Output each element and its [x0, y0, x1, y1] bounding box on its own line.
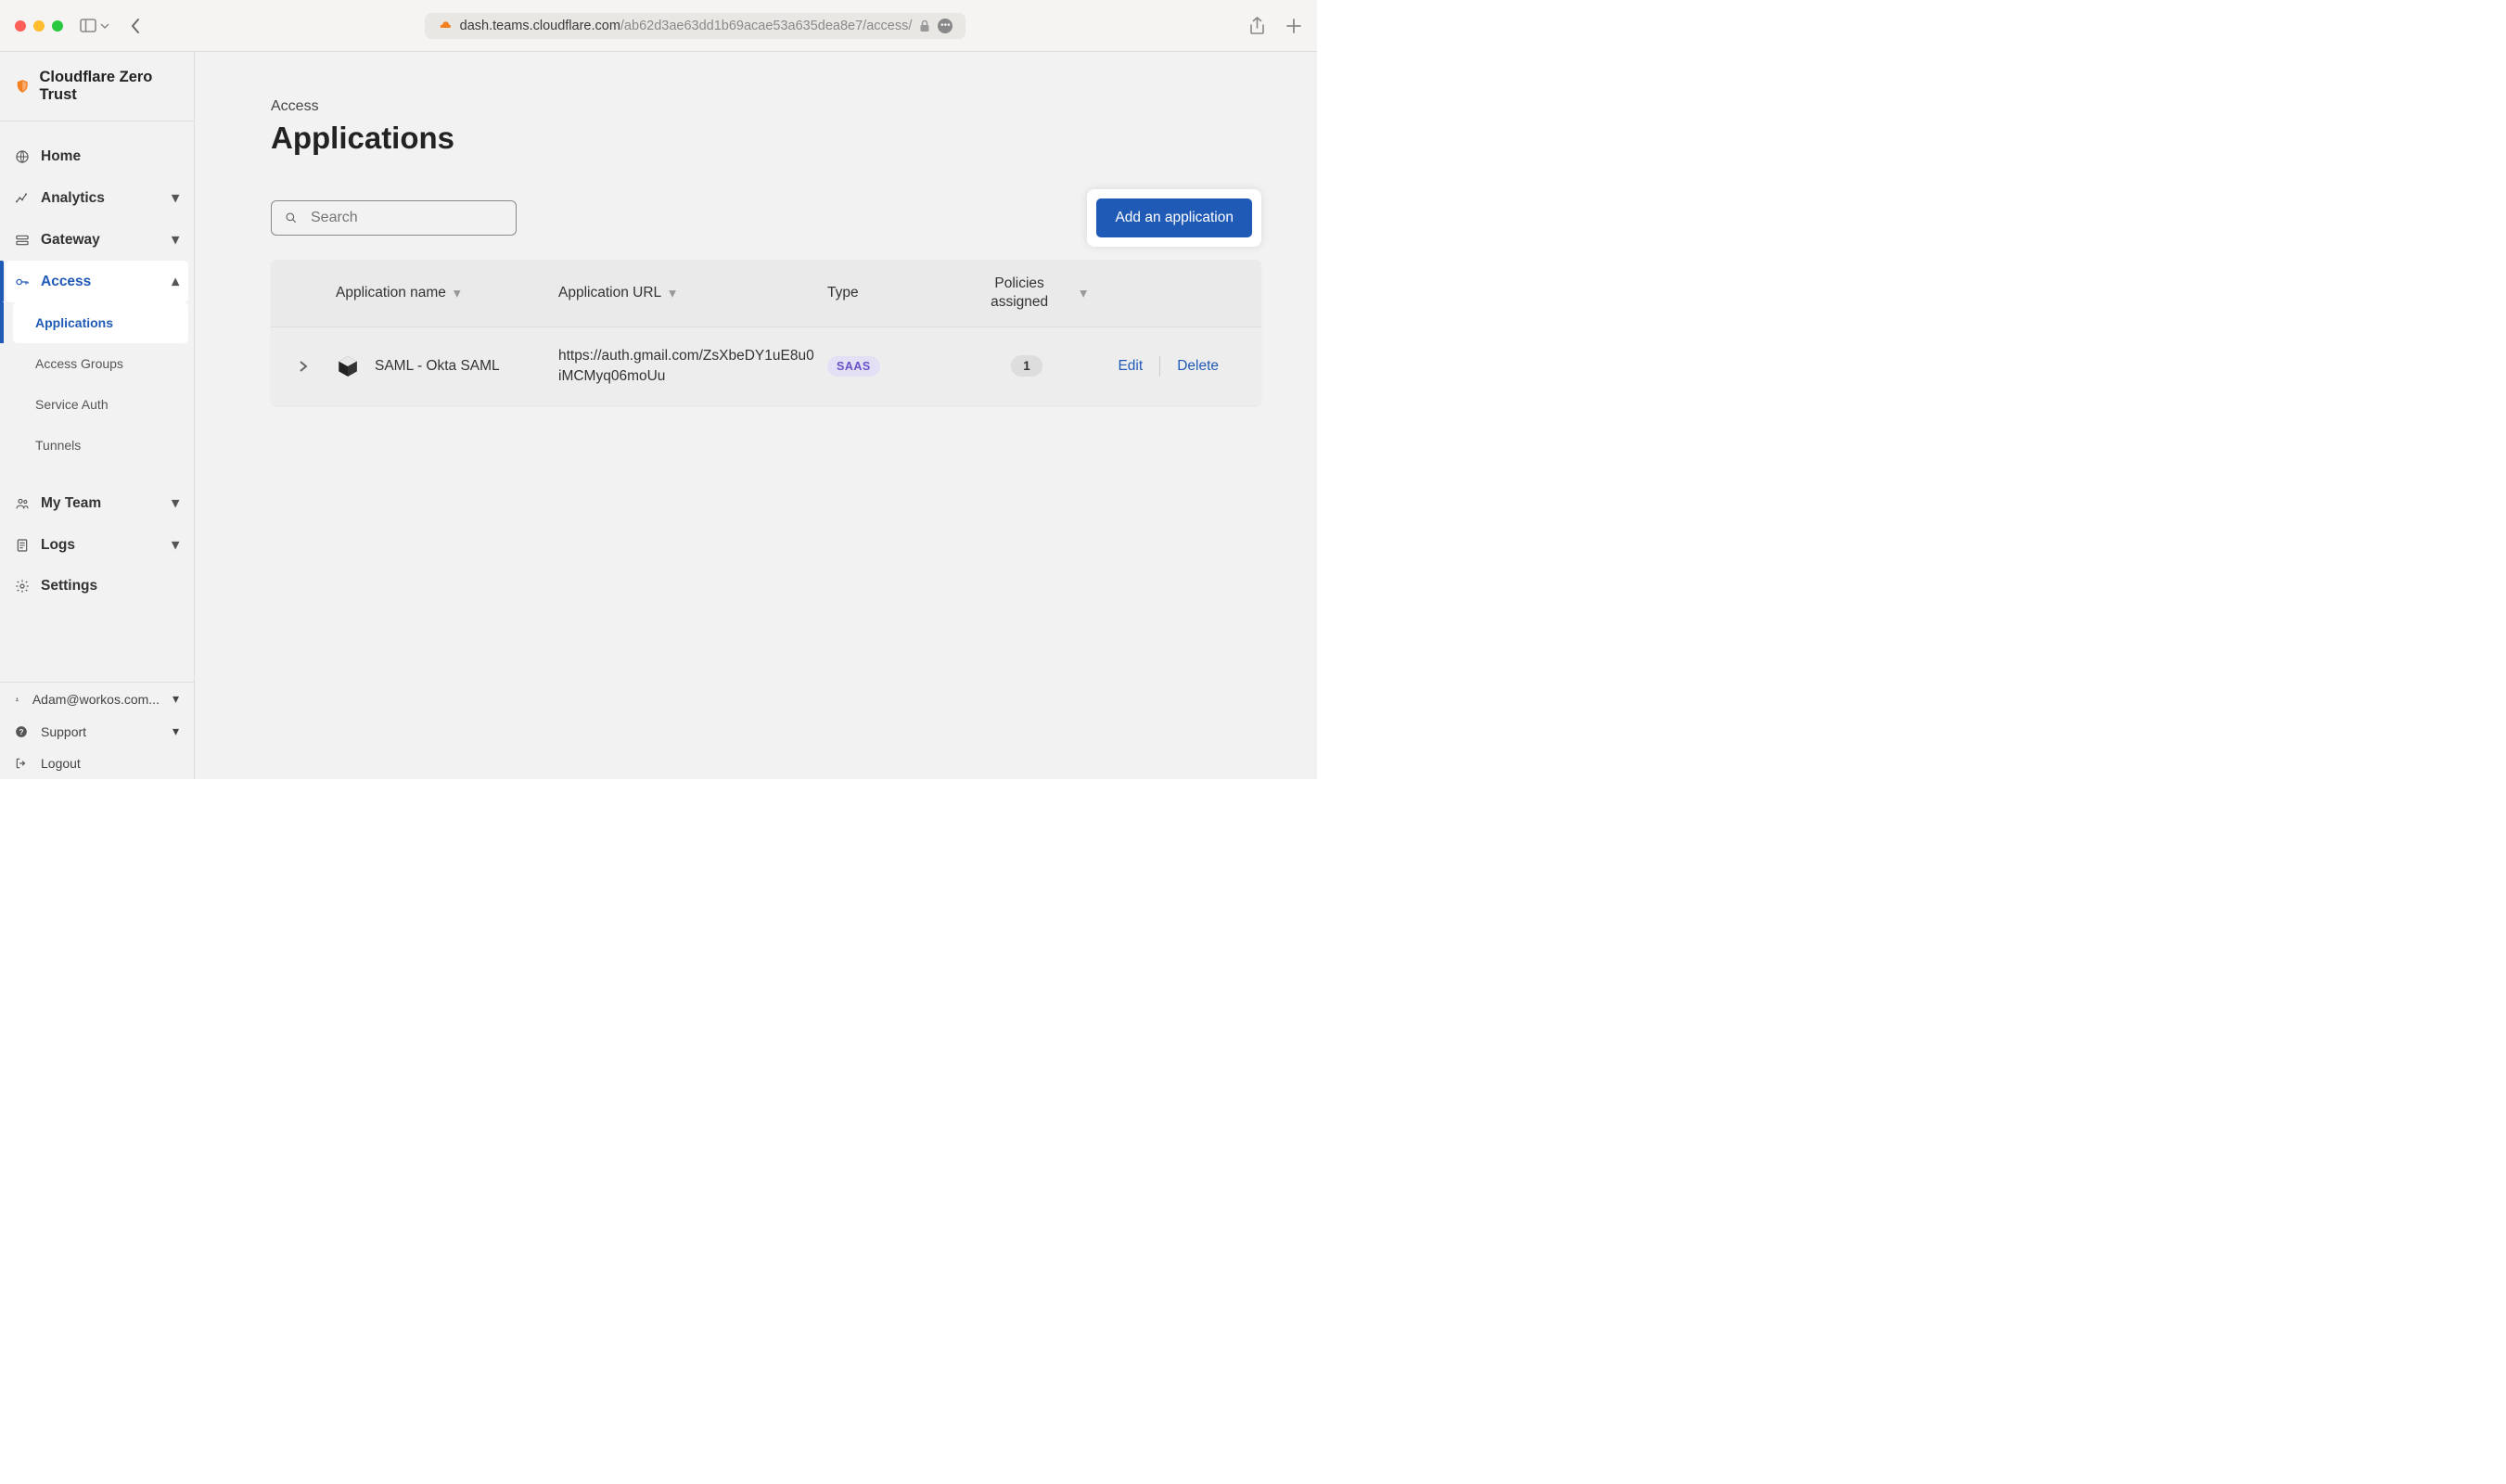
chevron-down-icon: ▾: [172, 536, 179, 554]
nav-my-team[interactable]: My Team ▾: [6, 482, 188, 524]
shield-icon: [15, 78, 30, 95]
maximize-window-button[interactable]: [52, 20, 63, 32]
add-application-highlight: Add an application: [1087, 189, 1261, 247]
search-input[interactable]: [311, 210, 503, 226]
subnav-tunnels[interactable]: Tunnels: [13, 425, 188, 466]
search-icon: [285, 211, 298, 225]
nav-access-label: Access: [41, 274, 91, 290]
back-button[interactable]: [130, 18, 141, 34]
team-icon: [15, 496, 30, 511]
th-type[interactable]: Type: [827, 275, 966, 312]
chevron-down-icon: ▾: [172, 231, 179, 249]
nav-logs-label: Logs: [41, 537, 75, 554]
nav-home-label: Home: [41, 148, 81, 165]
add-application-button[interactable]: Add an application: [1096, 198, 1252, 237]
th-policies[interactable]: Policies assigned▾: [966, 275, 1087, 312]
minimize-window-button[interactable]: [33, 20, 45, 32]
footer-user[interactable]: Adam@workos.com... ▾: [0, 683, 194, 715]
chevron-down-icon: ▾: [172, 189, 179, 207]
app-name: SAML - Okta SAML: [375, 358, 500, 375]
brand-title: Cloudflare Zero Trust: [39, 69, 181, 104]
url-text: dash.teams.cloudflare.com/ab62d3ae63dd1b…: [460, 19, 913, 33]
nav-settings[interactable]: Settings: [6, 566, 188, 607]
chevron-down-icon: ▾: [172, 494, 179, 512]
table-header: Application name▾ Application URL▾ Type …: [271, 260, 1261, 327]
subnav-service-auth[interactable]: Service Auth: [13, 384, 188, 425]
th-application-name[interactable]: Application name▾: [336, 275, 558, 312]
sidebar-footer: Adam@workos.com... ▾ ? Support ▾ Logout: [0, 682, 194, 779]
expand-row-button[interactable]: [271, 360, 336, 373]
sidebar: Cloudflare Zero Trust Home Analytics ▾ G…: [0, 52, 195, 779]
chevron-down-icon: ▾: [173, 723, 179, 739]
app-cube-icon: [336, 354, 360, 378]
logout-icon: [15, 757, 28, 770]
access-subnav: Applications Access Groups Service Auth …: [0, 302, 194, 466]
sidebar-toggle-button[interactable]: [80, 19, 109, 32]
nav-settings-label: Settings: [41, 578, 97, 595]
logs-icon: [15, 538, 30, 553]
nav-analytics[interactable]: Analytics ▾: [6, 177, 188, 219]
edit-button[interactable]: Edit: [1101, 358, 1159, 375]
page-title: Applications: [271, 121, 1261, 156]
nav-my-team-label: My Team: [41, 495, 101, 512]
sort-icon: ▾: [1080, 285, 1087, 302]
footer-support-label: Support: [41, 724, 86, 739]
close-window-button[interactable]: [15, 20, 26, 32]
gateway-icon: [15, 233, 30, 248]
gear-icon: [15, 579, 30, 594]
nav-home[interactable]: Home: [6, 136, 188, 177]
share-icon[interactable]: [1249, 17, 1265, 35]
primary-nav: Home Analytics ▾ Gateway ▾ Access ▴: [0, 122, 194, 302]
brand[interactable]: Cloudflare Zero Trust: [0, 52, 194, 121]
nav-gateway[interactable]: Gateway ▾: [6, 219, 188, 261]
footer-user-label: Adam@workos.com...: [32, 692, 160, 707]
sort-icon: ▾: [669, 285, 676, 302]
breadcrumb: Access: [271, 98, 1261, 115]
main-content: Access Applications Add an application A…: [195, 52, 1317, 779]
window-controls: [15, 20, 63, 32]
footer-logout[interactable]: Logout: [0, 748, 194, 779]
reader-icon[interactable]: •••: [938, 19, 953, 33]
new-tab-icon[interactable]: [1285, 18, 1302, 34]
policies-count-badge: 1: [1011, 355, 1042, 377]
url-bar[interactable]: dash.teams.cloudflare.com/ab62d3ae63dd1b…: [141, 13, 1249, 39]
search-box[interactable]: [271, 200, 517, 236]
globe-icon: [15, 149, 30, 164]
chevron-right-icon: [299, 360, 308, 373]
subnav-applications[interactable]: Applications: [13, 302, 188, 343]
nav-gateway-label: Gateway: [41, 232, 100, 249]
applications-table: Application name▾ Application URL▾ Type …: [271, 260, 1261, 405]
access-icon: [15, 275, 30, 289]
user-icon: [15, 693, 19, 706]
footer-logout-label: Logout: [41, 756, 81, 771]
browser-chrome: dash.teams.cloudflare.com/ab62d3ae63dd1b…: [0, 0, 1317, 52]
toolbar: Add an application: [271, 189, 1261, 247]
cloudflare-favicon-icon: [438, 19, 453, 33]
chevron-up-icon: ▴: [172, 273, 179, 290]
help-icon: ?: [15, 725, 28, 738]
table-row: SAML - Okta SAML https://auth.gmail.com/…: [271, 327, 1261, 404]
chevron-down-icon: [100, 23, 109, 29]
svg-text:?: ?: [19, 727, 24, 736]
footer-support[interactable]: ? Support ▾: [0, 715, 194, 748]
sort-icon: ▾: [454, 285, 461, 302]
subnav-access-groups[interactable]: Access Groups: [13, 343, 188, 384]
delete-button[interactable]: Delete: [1160, 358, 1235, 375]
type-badge: SAAS: [827, 356, 880, 377]
nav-access[interactable]: Access ▴: [6, 261, 188, 302]
nav-analytics-label: Analytics: [41, 190, 105, 207]
chevron-down-icon: ▾: [173, 691, 179, 707]
nav-logs[interactable]: Logs ▾: [6, 524, 188, 566]
th-application-url[interactable]: Application URL▾: [558, 275, 827, 312]
analytics-icon: [15, 191, 30, 206]
lock-icon: [919, 19, 930, 32]
app-url: https://auth.gmail.com/ZsXbeDY1uE8u0iMCM…: [558, 346, 827, 386]
